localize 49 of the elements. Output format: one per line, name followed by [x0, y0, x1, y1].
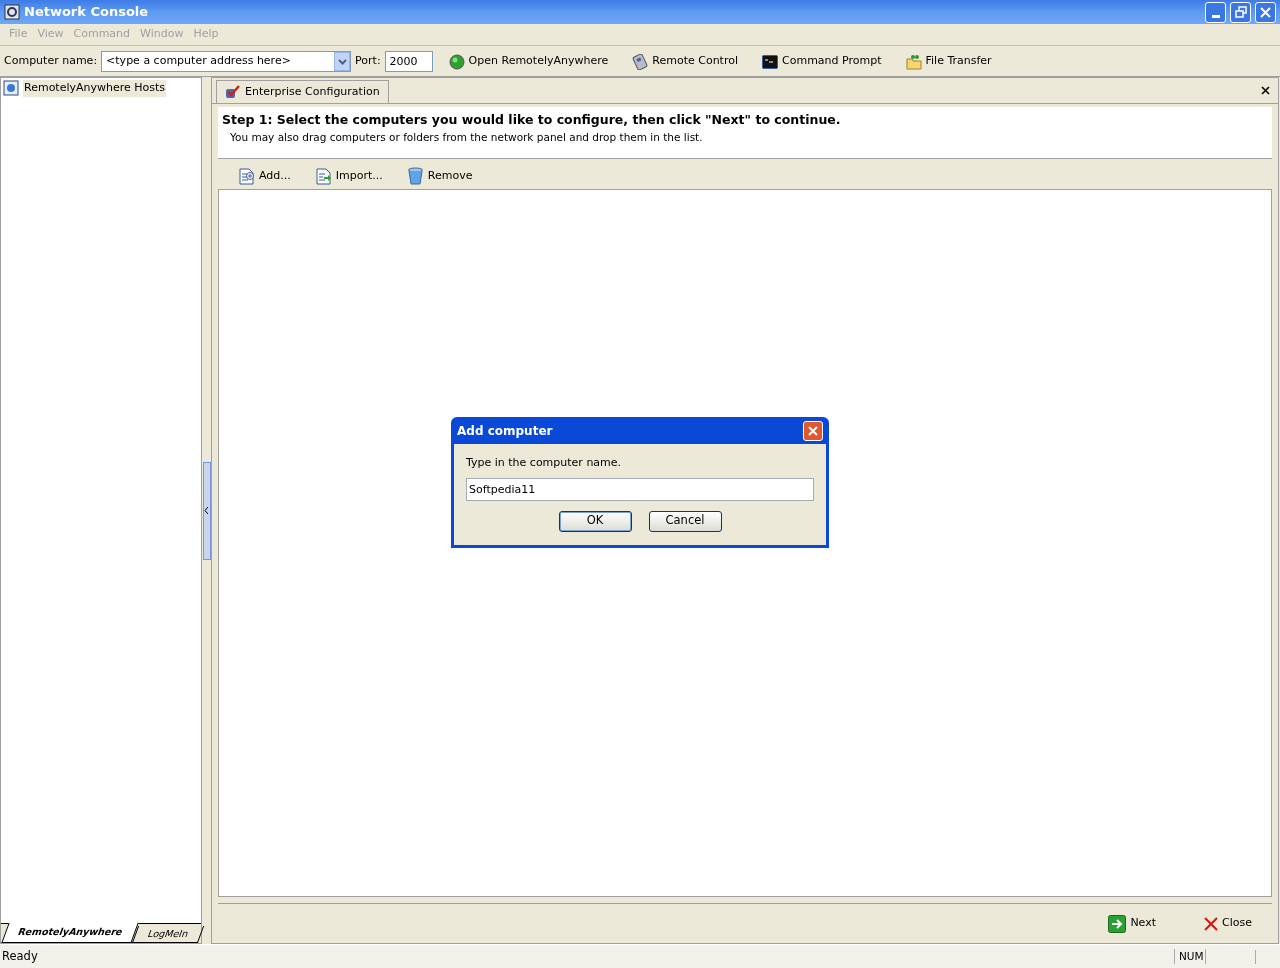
status-text: Ready [1, 947, 39, 965]
toolbar-button[interactable]: Open RemotelyAnywhere [468, 53, 629, 70]
toolbar-button[interactable]: Remote Control [652, 53, 758, 70]
computer-name-combo[interactable]: <type a computer address here> [101, 51, 352, 72]
dialog-button[interactable]: OK [558, 510, 632, 532]
dialog-close-button[interactable] [803, 420, 823, 441]
step-heading: Step 1: Select the computers you would like to configure, then click "Next" to continue. [222, 111, 842, 129]
toolbar-button[interactable]: Remove [427, 167, 473, 185]
field-label: Port: [355, 53, 381, 70]
toolbar-button[interactable]: Command Prompt [782, 53, 902, 70]
status-indicator: NUM [1174, 948, 1206, 965]
document-tab[interactable]: Enterprise Configuration [216, 80, 389, 103]
folder-icon [905, 53, 922, 70]
tree-item[interactable]: RemotelyAnywhere Hosts [23, 80, 167, 97]
panel-tab[interactable]: RemotelyAnywhere [1, 923, 139, 943]
splitter-handle[interactable] [202, 461, 211, 560]
toolbar-button[interactable]: File Transfer [925, 53, 1012, 70]
toolbar-button[interactable]: Next [1130, 915, 1157, 932]
dialog-title: Add computer [457, 422, 553, 440]
minimize-button[interactable] [1205, 1, 1226, 23]
step-description: You may also drag computers or folders from the network panel and drop them in the list. [229, 129, 704, 145]
terminal-icon [762, 54, 778, 69]
port-field[interactable]: 2000 [384, 51, 433, 72]
chevron-left-icon [204, 506, 209, 515]
restore-icon [1234, 6, 1247, 18]
dropdown-button[interactable] [334, 52, 351, 71]
minimize-icon [1211, 14, 1220, 18]
document-plus-icon [238, 167, 255, 185]
trash-can-icon [406, 167, 424, 185]
remote-device-icon [632, 53, 649, 70]
x-mark-icon [1204, 916, 1219, 931]
field-label: Computer name: [4, 53, 98, 70]
close-icon [808, 425, 818, 436]
document-arrow-icon [314, 167, 332, 185]
toolbar-button[interactable]: Import... [335, 167, 383, 185]
computer-name-field[interactable]: Softpedia11 [466, 477, 814, 501]
restore-button[interactable] [1230, 1, 1251, 23]
dialog-prompt: Type in the computer name. [466, 455, 623, 471]
dialog-button[interactable]: Cancel [648, 510, 722, 532]
close-icon [1260, 6, 1271, 18]
toolbar-button[interactable]: Add... [259, 167, 291, 185]
close-button[interactable] [1255, 1, 1276, 23]
chevron-down-icon [337, 58, 347, 65]
close-tab-button[interactable] [1261, 86, 1270, 95]
close-icon [1261, 86, 1270, 95]
toolbar-button[interactable]: Close [1222, 915, 1252, 932]
window-title: Network Console [24, 3, 150, 22]
app-icon [4, 4, 20, 20]
check-mark-icon [225, 85, 241, 99]
